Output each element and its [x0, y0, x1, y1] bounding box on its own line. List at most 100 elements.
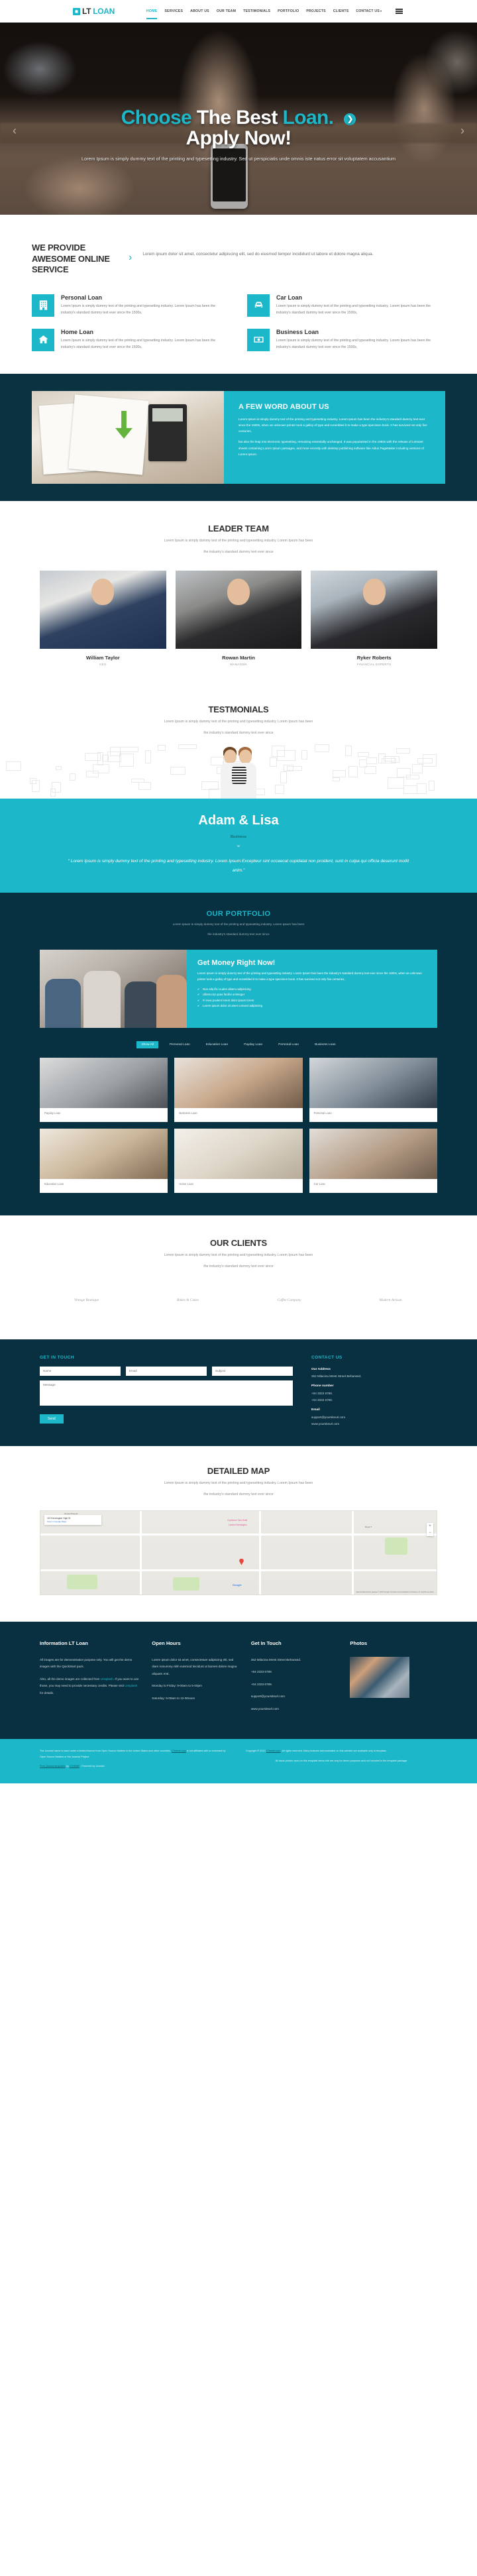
footer-title-photos: Photos: [350, 1640, 368, 1646]
portfolio-filter-business-loan[interactable]: Business Loan: [310, 1041, 340, 1048]
stock-photos-note: All stock photos used on this template d…: [275, 1759, 408, 1762]
unsplash-link-2[interactable]: Unsplash: [125, 1684, 137, 1687]
ltheme-link-2[interactable]: LTHEME: [70, 1765, 80, 1767]
map-info-card[interactable]: 110 Kensington High St Open in Google Ma…: [44, 1514, 101, 1525]
page-root: LT LOAN HOME SERVICES ABOUT US OUR TEAM …: [0, 0, 477, 1784]
portfolio-subtitle-1: Lorem Ipsum is simply dummy text of the …: [172, 923, 305, 926]
testimonials-pattern: [0, 743, 477, 799]
footer-title-get-in-touch: Get In Touch: [250, 1640, 282, 1646]
hero-prev-button[interactable]: ‹: [9, 122, 20, 139]
client-logo[interactable]: Coffee Company: [242, 1285, 336, 1316]
map-card-link[interactable]: Open in Google Maps: [47, 1520, 99, 1523]
nav-item-projects[interactable]: PROJECTS: [306, 7, 326, 17]
footer-photo-grid[interactable]: [350, 1656, 410, 1698]
promo-title: Get Money Right Now!: [197, 958, 276, 967]
contact-section: GET IN TOUCH Send CONTACT US Our Address…: [0, 1339, 477, 1446]
service-card-car-loan[interactable]: Car Loan Lorem Ipsum is simply dummy tex…: [247, 294, 445, 317]
nav-item-home[interactable]: HOME: [146, 7, 158, 19]
team-member-card[interactable]: Ryker Roberts FINANCIAL EXPERTS: [311, 570, 437, 666]
decorative-shape: [287, 766, 302, 771]
testimonials-header: TESTMONIALS Lorem Ipsum is simply dummy …: [0, 692, 477, 744]
joomla-license-a: The Joomla! name is used under a limited…: [40, 1750, 172, 1753]
client-logo[interactable]: Bakes & Cakes: [141, 1285, 235, 1316]
clients-title: OUR CLIENTS: [210, 1237, 267, 1248]
portfolio-item[interactable]: Education Loan: [40, 1128, 168, 1193]
portfolio-title: OUR PORTFOLIO: [206, 910, 271, 919]
client-logo[interactable]: Vintage Boutique: [40, 1285, 133, 1316]
nav-item-contact-us[interactable]: CONTACT US▾: [356, 7, 382, 17]
nav-item-clients[interactable]: CLIENTS: [333, 7, 349, 17]
map-label-hotel: Copthorne Tara Hotel: [227, 1518, 248, 1522]
portfolio-filter-personal-loan-2[interactable]: Personal Loan: [274, 1041, 303, 1048]
portfolio-promo: Get Money Right Now! Lorem Ipsum is simp…: [40, 949, 437, 1028]
footer-column-information: Information LT Loan All images are for d…: [40, 1640, 140, 1718]
service-card-business-loan[interactable]: Business Loan Lorem Ipsum is simply dumm…: [247, 328, 445, 351]
decorative-shape: [145, 750, 151, 764]
nav-item-portfolio[interactable]: PORTFOLIO: [278, 7, 299, 17]
team-member-card[interactable]: Rowan Martin MANAGER: [175, 570, 302, 666]
powered-by-text: - Powered by Joomla!: [79, 1765, 105, 1768]
portfolio-item[interactable]: Business Loan: [174, 1057, 303, 1122]
portfolio-filter-personal-loan[interactable]: Personal Loan: [165, 1041, 195, 1048]
map-zoom-in-button[interactable]: +: [427, 1523, 433, 1530]
hamburger-menu-icon[interactable]: [396, 9, 403, 14]
map-section: DETAILED MAP Lorem Ipsum is simply dummy…: [0, 1445, 477, 1622]
site-logo[interactable]: LT LOAN: [73, 7, 115, 16]
unsplash-link-1[interactable]: Unsplash: [101, 1677, 113, 1681]
footer-column-get-in-touch: Get In Touch 262 Milacina Mrest Street B…: [251, 1640, 339, 1718]
contact-address-label: Our Address: [311, 1367, 331, 1371]
email-input[interactable]: [126, 1366, 207, 1376]
message-textarea[interactable]: [40, 1380, 293, 1406]
map-embed[interactable]: 110 Kensington High St Open in Google Ma…: [40, 1510, 437, 1595]
nav-item-services[interactable]: SERVICES: [164, 7, 183, 17]
map-label-kensington: London Kensington: [229, 1523, 247, 1526]
promo-bullet: Ullamcorp quas facilisi uninteger: [197, 992, 427, 997]
name-input[interactable]: [40, 1366, 121, 1376]
team-member-card[interactable]: William Taylor CEO: [40, 570, 166, 666]
team-member-role: MANAGER: [230, 662, 247, 666]
portfolio-item[interactable]: Personal Loan: [309, 1057, 437, 1122]
chevron-right-icon: ›: [129, 252, 132, 263]
portfolio-item-caption: Payday Loan: [44, 1111, 61, 1115]
decorative-shape: [412, 764, 423, 774]
contact-email-label: Email: [311, 1408, 320, 1412]
nav-item-testimonials[interactable]: TESTIMONIALS: [243, 7, 270, 17]
portfolio-filter-education-loan[interactable]: Education Loan: [201, 1041, 233, 1048]
team-member-role: FINANCIAL EXPERTS: [356, 662, 392, 666]
service-card-home-loan[interactable]: Home Loan Lorem Ipsum is simply dummy te…: [32, 328, 230, 351]
contact-info: CONTACT US Our Address 262 Milacina Mres…: [311, 1355, 437, 1428]
hero-next-button[interactable]: ›: [457, 122, 468, 139]
team-member-name: William Taylor: [85, 654, 120, 661]
portfolio-filter-payday-loan[interactable]: Payday Loan: [239, 1041, 267, 1048]
about-image: [32, 390, 224, 484]
hero-heading-part-3: Loan.: [282, 107, 335, 129]
footer-info-p2-c: for details.: [40, 1691, 54, 1695]
portfolio-item[interactable]: Car Loan: [309, 1128, 437, 1193]
service-title: Home Loan: [61, 328, 94, 335]
client-logo[interactable]: Modern Artisan: [344, 1285, 437, 1316]
map-zoom-controls[interactable]: + −: [427, 1522, 433, 1536]
portfolio-item[interactable]: Home Loan: [174, 1128, 303, 1193]
service-text: Lorem Ipsum is simply dummy text of the …: [61, 338, 216, 350]
nav-item-our-team[interactable]: OUR TEAM: [217, 7, 236, 17]
ltheme-link-1[interactable]: LTheme.com: [172, 1750, 186, 1752]
nav-item-about-us[interactable]: ABOUT US: [190, 7, 209, 17]
portfolio-filter-show-all[interactable]: Show All: [136, 1040, 158, 1048]
copyright-a: Copyright ® 2013: [246, 1750, 266, 1753]
clients-section: OUR CLIENTS Lorem Ipsum is simply dummy …: [0, 1215, 477, 1339]
send-button[interactable]: Send: [40, 1414, 64, 1424]
contact-phone-label: Phone number: [311, 1384, 334, 1388]
copyright-grid: The Joomla! name is used under a limited…: [40, 1748, 437, 1773]
ltheme-link-3[interactable]: LTheme.com: [266, 1750, 281, 1752]
hero-arrow-icon[interactable]: ❯: [344, 113, 356, 125]
subject-input[interactable]: [212, 1366, 293, 1376]
service-card-personal-loan[interactable]: Personal Loan Lorem Ipsum is simply dumm…: [32, 294, 230, 317]
decorative-shape: [391, 756, 399, 763]
portfolio-item[interactable]: Payday Loan: [40, 1057, 168, 1122]
team-title: LEADER TEAM: [208, 523, 269, 533]
map-zoom-out-button[interactable]: −: [427, 1530, 433, 1536]
free-joomla-templates-link[interactable]: Free Joomla templates: [40, 1765, 66, 1767]
contact-form: GET IN TOUCH Send: [40, 1355, 293, 1428]
google-watermark: Google: [233, 1583, 242, 1587]
decorative-shape: [429, 781, 435, 791]
